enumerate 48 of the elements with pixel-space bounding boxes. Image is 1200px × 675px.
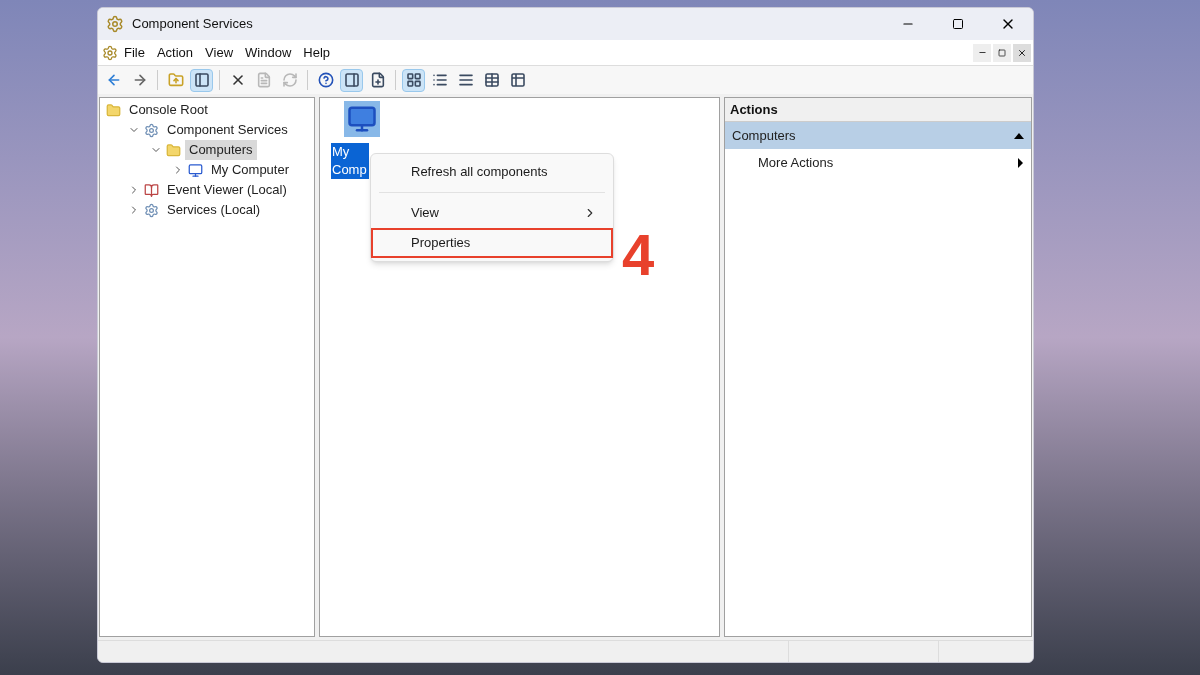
step-number: 4 bbox=[622, 226, 655, 284]
maximize-icon bbox=[952, 18, 964, 30]
gear-icon bbox=[144, 122, 159, 138]
menu-item[interactable]: Refresh all components bbox=[375, 157, 609, 187]
close-icon[interactable] bbox=[1013, 43, 1031, 62]
actionpane-button[interactable] bbox=[340, 68, 363, 92]
panel-left-icon bbox=[193, 72, 210, 88]
list-icon bbox=[457, 72, 474, 88]
refresh-icon bbox=[281, 72, 298, 88]
menu-item[interactable]: Help bbox=[297, 42, 337, 63]
tree-item[interactable]: Event Viewer (Local) bbox=[163, 180, 291, 200]
item-label[interactable]: My Comp bbox=[331, 143, 369, 179]
submenu-triangle-icon bbox=[1018, 157, 1023, 168]
table-icon bbox=[483, 72, 500, 88]
app-icon bbox=[102, 44, 118, 61]
small-icons-list-icon bbox=[431, 72, 448, 88]
panel-right-icon bbox=[343, 72, 360, 88]
new-document-icon bbox=[369, 72, 386, 88]
menu-item[interactable]: Window bbox=[239, 42, 298, 63]
largeicons-button[interactable] bbox=[402, 68, 425, 92]
computer-icon bbox=[188, 162, 203, 178]
menu-item[interactable]: View bbox=[375, 198, 609, 228]
menu-item[interactable]: File bbox=[118, 42, 151, 63]
grid-icon bbox=[405, 72, 422, 88]
tree-item[interactable]: Component Services bbox=[163, 120, 292, 140]
menu-item[interactable]: Action bbox=[150, 42, 200, 63]
tree-item[interactable]: My Computer bbox=[207, 160, 294, 180]
document-icon bbox=[255, 72, 272, 88]
tree-item[interactable]: Console Root bbox=[125, 100, 212, 120]
window-title: Component Services bbox=[132, 15, 253, 34]
action-item[interactable]: More Actions bbox=[725, 149, 1031, 176]
folder-up-icon bbox=[167, 72, 184, 88]
collapse-triangle-icon[interactable] bbox=[1014, 132, 1024, 139]
tree-item[interactable]: Services (Local) bbox=[163, 200, 265, 220]
log-book-icon bbox=[144, 182, 159, 198]
app-icon bbox=[106, 15, 124, 33]
menu-item[interactable]: View bbox=[199, 42, 240, 63]
tree-item[interactable]: Computers bbox=[185, 140, 257, 160]
help-icon bbox=[317, 72, 334, 88]
folder-icon bbox=[166, 142, 181, 158]
actions-section-header[interactable]: Computers bbox=[725, 122, 1031, 149]
custom-table-icon bbox=[509, 72, 526, 88]
menu-item[interactable]: Properties bbox=[371, 228, 613, 258]
tree-button[interactable] bbox=[190, 68, 213, 92]
gear-icon bbox=[144, 202, 159, 218]
computer-icon[interactable] bbox=[344, 101, 380, 137]
actions-header: Actions bbox=[725, 98, 1031, 122]
folder-icon bbox=[106, 102, 121, 118]
